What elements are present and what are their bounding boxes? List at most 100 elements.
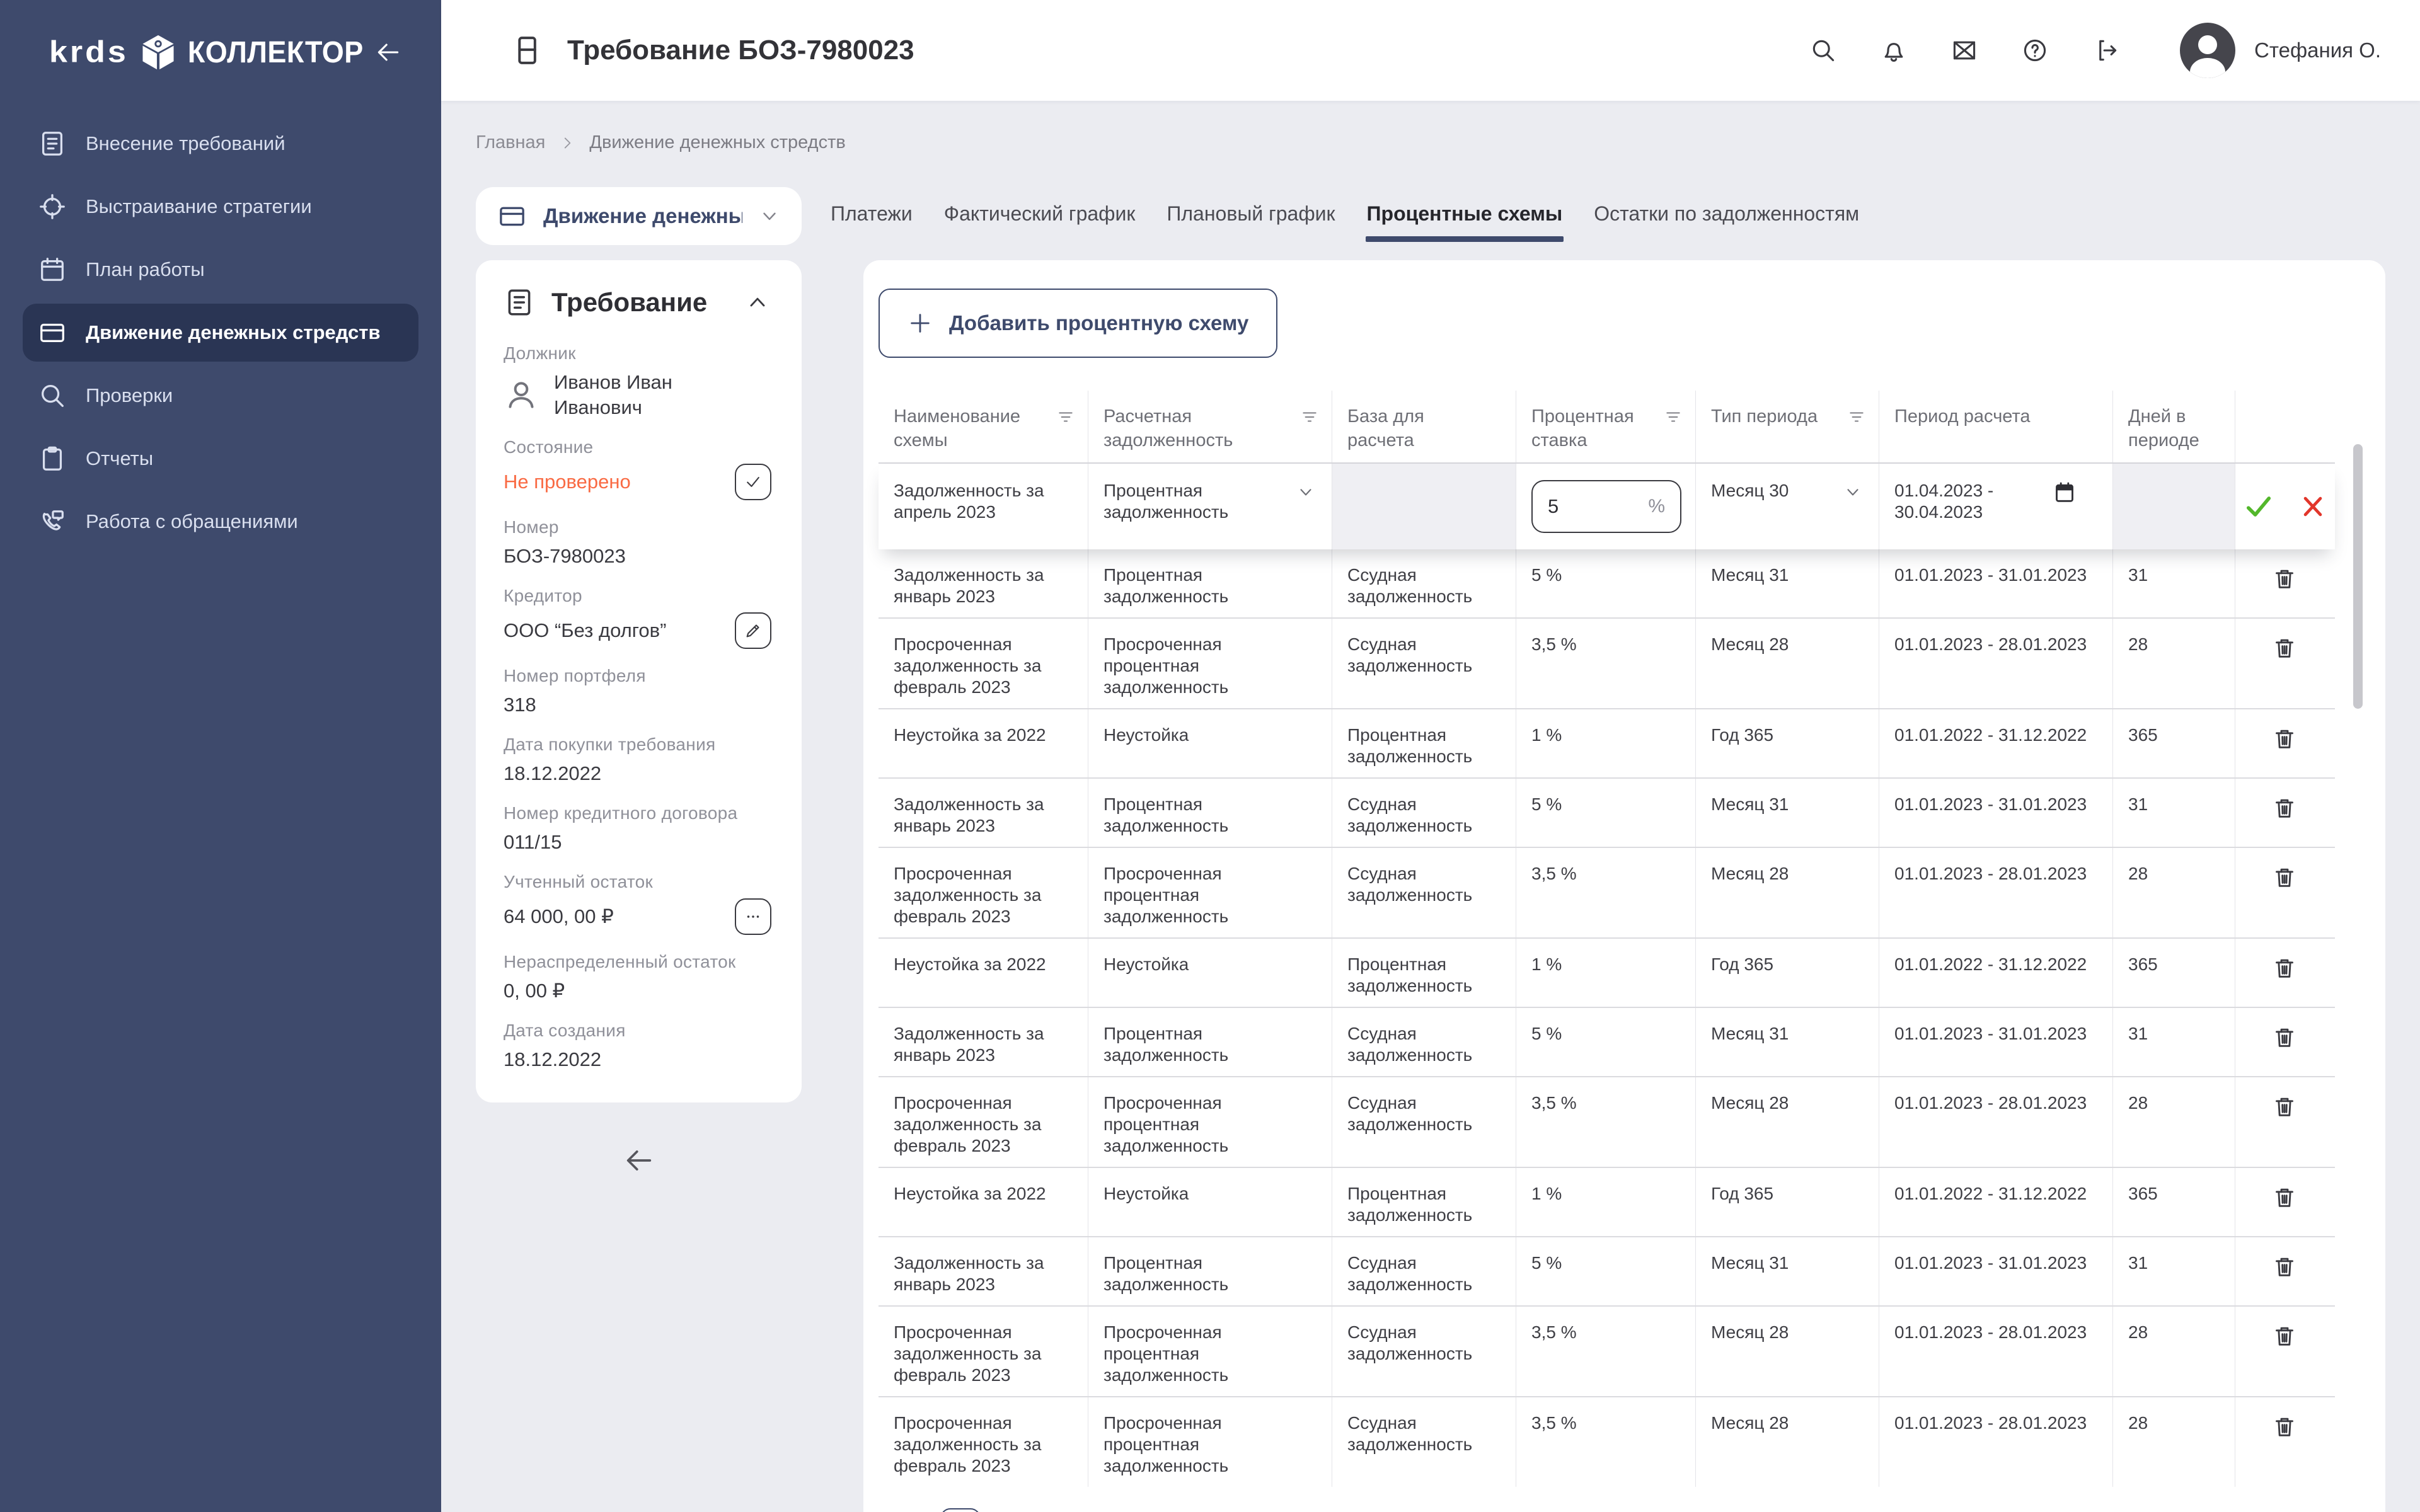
cell-rate: 3,5 % xyxy=(1516,1397,1696,1487)
table-edit-row: Задолженность за апрель 2023 Процентная … xyxy=(879,464,2335,549)
tab-2[interactable]: Плановый график xyxy=(1165,191,1336,242)
field-value: 318 xyxy=(504,692,536,718)
search-button[interactable] xyxy=(1808,35,1838,66)
delete-row-button[interactable] xyxy=(2271,863,2298,892)
calc-debt-select[interactable]: Процентная задолженность xyxy=(1103,480,1315,523)
tab-0[interactable]: Платежи xyxy=(829,191,914,242)
table-scrollbar-thumb[interactable] xyxy=(2353,444,2363,709)
add-scheme-button[interactable]: Добавить процентную схему xyxy=(879,289,1277,358)
logout-button[interactable] xyxy=(2090,35,2121,66)
tab-4[interactable]: Остатки по задолженностям xyxy=(1593,191,1860,242)
cell-name: Просроченная задолженность за февраль 20… xyxy=(879,1397,1088,1487)
notifications-button[interactable] xyxy=(1879,35,1909,66)
trash-icon xyxy=(2272,1184,2297,1211)
panel-collapse-toggle[interactable] xyxy=(744,289,771,316)
field-label: Кредитор xyxy=(504,586,771,606)
delete-row-button[interactable] xyxy=(2271,1092,2298,1121)
cell-period-type: Месяц 31 xyxy=(1696,779,1879,847)
field-value: Не проверено xyxy=(504,469,631,495)
check-icon xyxy=(744,472,763,491)
chevron-down-icon xyxy=(1296,483,1315,501)
column-header-2: База для расчета xyxy=(1332,391,1516,462)
ellipsis-button[interactable] xyxy=(735,898,771,935)
table-row: Просроченная задолженность за февраль 20… xyxy=(879,848,2335,939)
pagination-page-1[interactable]: 1 xyxy=(940,1508,981,1512)
user-menu[interactable]: Стефания О. xyxy=(2180,23,2381,78)
delete-row-button[interactable] xyxy=(2271,634,2298,663)
cell-name: Задолженность за январь 2023 xyxy=(879,779,1088,847)
field-value: 011/15 xyxy=(504,830,562,855)
sidebar-item-dvizhenie-denezhnyh-sredstv[interactable]: Движение денежных стредств xyxy=(23,304,418,362)
cell-period-type: Месяц 31 xyxy=(1696,1008,1879,1076)
sidebar-item-vnesenie-trebovanij[interactable]: Внесение требований xyxy=(23,115,418,173)
sidebar-item-label: Движение денежных стредств xyxy=(86,321,381,344)
cell-name: Просроченная задолженность за февраль 20… xyxy=(879,848,1088,937)
view-switcher[interactable]: Движение денежны... xyxy=(476,187,802,245)
delete-row-button[interactable] xyxy=(2271,1412,2298,1441)
delete-row-button[interactable] xyxy=(2271,1252,2298,1281)
cell-rate: 1 % xyxy=(1516,1168,1696,1236)
delete-row-button[interactable] xyxy=(2271,954,2298,983)
logo-name-text: КОЛЛЕКТОР xyxy=(188,35,364,70)
filter-icon[interactable] xyxy=(1846,410,1867,426)
delete-row-button[interactable] xyxy=(2271,1023,2298,1052)
delete-row-button[interactable] xyxy=(2271,1322,2298,1351)
cell-name: Неустойка за 2022 xyxy=(879,1168,1088,1236)
tab-1[interactable]: Фактический график xyxy=(943,191,1137,242)
edit-name-cell: Задолженность за апрель 2023 xyxy=(879,464,1088,549)
cancel-row-button[interactable] xyxy=(2299,490,2327,523)
requirement-card-icon xyxy=(509,33,544,68)
sidebar-item-plan-raboty[interactable]: План работы xyxy=(23,241,418,299)
cell-days: 365 xyxy=(2113,939,2235,1007)
arrow-left-icon xyxy=(623,1144,655,1177)
filter-icon[interactable] xyxy=(1662,410,1684,426)
help-button[interactable] xyxy=(2020,35,2050,66)
filter-icon[interactable] xyxy=(1299,410,1320,426)
cell-base: Ссудная задолженность xyxy=(1332,1077,1516,1167)
sidebar-item-label: Работа с обращениями xyxy=(86,510,298,533)
check-button[interactable] xyxy=(735,464,771,500)
hide-panel-button[interactable] xyxy=(621,1143,657,1178)
sidebar-item-rabota-s-obrashcheniyami[interactable]: Работа с обращениями xyxy=(23,493,418,551)
check-icon xyxy=(2242,490,2275,523)
cell-name: Задолженность за январь 2023 xyxy=(879,1008,1088,1076)
rate-input[interactable] xyxy=(1548,495,1611,518)
period-range-picker[interactable]: 01.04.2023 - 30.04.2023 xyxy=(1894,480,2096,523)
table-row: Задолженность за январь 2023Процентная з… xyxy=(879,549,2335,619)
delete-row-button[interactable] xyxy=(2271,1183,2298,1212)
sidebar-item-proverki[interactable]: Проверки xyxy=(23,367,418,425)
tab-3[interactable]: Процентные схемы xyxy=(1366,191,1564,242)
cell-rate: 3,5 % xyxy=(1516,1077,1696,1167)
delete-row-button[interactable] xyxy=(2271,724,2298,753)
cell-period: 01.01.2023 - 31.01.2023 xyxy=(1879,1237,2113,1305)
field-2: НомерБОЗ-7980023 xyxy=(504,517,771,569)
calendar-icon xyxy=(38,255,67,284)
sidebar-collapse-button[interactable] xyxy=(371,35,406,70)
sidebar-item-vystraivanie-strategii[interactable]: Выстраивание стратегии xyxy=(23,178,418,236)
field-label: Дата создания xyxy=(504,1021,771,1041)
table-row: Задолженность за январь 2023Процентная з… xyxy=(879,1008,2335,1077)
cell-calc-debt: Просроченная процентная задолженность xyxy=(1088,619,1332,708)
column-header-7 xyxy=(2235,391,2335,462)
cell-period-type: Год 365 xyxy=(1696,709,1879,777)
sidebar-item-label: Проверки xyxy=(86,384,173,407)
sidebar-item-otchety[interactable]: Отчеты xyxy=(23,430,418,488)
cell-days: 28 xyxy=(2113,848,2235,937)
cell-rate: 3,5 % xyxy=(1516,848,1696,937)
sidebar-nav: Внесение требованийВыстраивание стратеги… xyxy=(0,97,441,568)
breadcrumb-home[interactable]: Главная xyxy=(476,132,545,153)
doc-lines-icon xyxy=(504,287,535,318)
x-icon xyxy=(2299,493,2327,520)
delete-row-button[interactable] xyxy=(2271,564,2298,593)
mail-button[interactable] xyxy=(1949,35,1979,66)
pencil-button[interactable] xyxy=(735,612,771,649)
filter-icon[interactable] xyxy=(1055,410,1076,426)
period-type-select[interactable]: Месяц 30 xyxy=(1711,480,1862,501)
cell-calc-debt: Неустойка xyxy=(1088,1168,1332,1236)
cell-base: Процентная задолженность xyxy=(1332,709,1516,777)
pagination: 123...29 xyxy=(879,1508,2385,1512)
confirm-row-button[interactable] xyxy=(2242,490,2275,523)
cell-period: 01.01.2023 - 28.01.2023 xyxy=(1879,1397,2113,1487)
doc-lines-icon xyxy=(38,129,67,158)
delete-row-button[interactable] xyxy=(2271,794,2298,823)
